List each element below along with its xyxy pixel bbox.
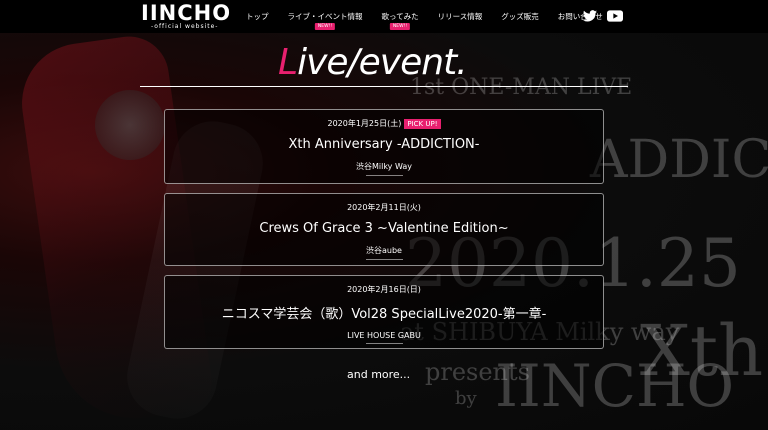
- event-date: 2020年2月11日(火): [347, 203, 421, 212]
- artwork-microphone: [95, 90, 165, 160]
- nav-live-event[interactable]: ライブ・イベント情報 NEW!!: [287, 11, 363, 30]
- event-date-row: 2020年1月25日(土) PICK UP!: [165, 118, 603, 129]
- nav-label: 歌ってみた: [381, 12, 419, 21]
- main-nav: トップ ライブ・イベント情報 NEW!! 歌ってみた NEW!! リリース情報 …: [246, 0, 622, 33]
- pickup-badge: PICK UP!: [404, 119, 441, 129]
- event-date: 2020年2月16日(日): [347, 285, 421, 294]
- nav-top[interactable]: トップ: [246, 11, 269, 22]
- nav-release[interactable]: リリース情報: [438, 11, 483, 22]
- logo-text: IINCHO: [141, 1, 232, 25]
- venue-underline: [365, 343, 403, 344]
- nav-label: グッズ販売: [501, 12, 539, 21]
- bg-text-addiction: ADDICTION: [590, 130, 768, 190]
- site-logo[interactable]: IINCHO -official website-: [141, 3, 239, 31]
- twitter-icon[interactable]: [583, 10, 597, 22]
- nav-label: リリース情報: [437, 12, 483, 21]
- nav-label: ライブ・イベント情報: [287, 12, 363, 21]
- bg-text-by: by: [455, 388, 477, 409]
- new-badge: NEW!!: [314, 23, 336, 30]
- bg-text-xth: Xth: [640, 310, 764, 392]
- event-date: 2020年1月25日(土): [327, 119, 402, 128]
- title-rest: ive/event.: [297, 42, 468, 83]
- new-badge: NEW!!: [389, 23, 411, 30]
- venue-underline: [365, 259, 403, 260]
- event-venue: 渋谷Milky Way: [355, 162, 412, 171]
- youtube-icon[interactable]: [607, 10, 623, 22]
- event-card[interactable]: 2020年1月25日(土) PICK UP! Xth Anniversary -A…: [164, 109, 604, 184]
- title-divider: [140, 86, 628, 87]
- nav-label: トップ: [246, 12, 269, 21]
- event-venue: 渋谷aube: [366, 246, 402, 255]
- site-header: IINCHO -official website- トップ ライブ・イベント情報…: [0, 0, 768, 33]
- event-venue: LIVE HOUSE GABU: [347, 331, 421, 340]
- more-events-link[interactable]: and more...: [347, 368, 410, 381]
- venue-underline: [365, 175, 403, 176]
- event-name: ニコスマ学芸会（歌）Vol28 SpecialLive2020-第一章-: [221, 307, 547, 322]
- event-card[interactable]: 2020年2月11日(火) Crews Of Grace 3 ~Valentin…: [164, 193, 604, 266]
- nav-covers[interactable]: 歌ってみた NEW!!: [381, 11, 419, 30]
- event-name: Crews Of Grace 3 ~Valentine Edition~: [259, 221, 509, 236]
- page-title: Live/event.: [278, 42, 468, 83]
- event-card[interactable]: 2020年2月16日(日) ニコスマ学芸会（歌）Vol28 SpecialLiv…: [164, 275, 604, 349]
- nav-goods[interactable]: グッズ販売: [501, 11, 539, 22]
- title-accent-letter: L: [278, 42, 298, 83]
- event-name: Xth Anniversary -ADDICTION-: [288, 137, 480, 152]
